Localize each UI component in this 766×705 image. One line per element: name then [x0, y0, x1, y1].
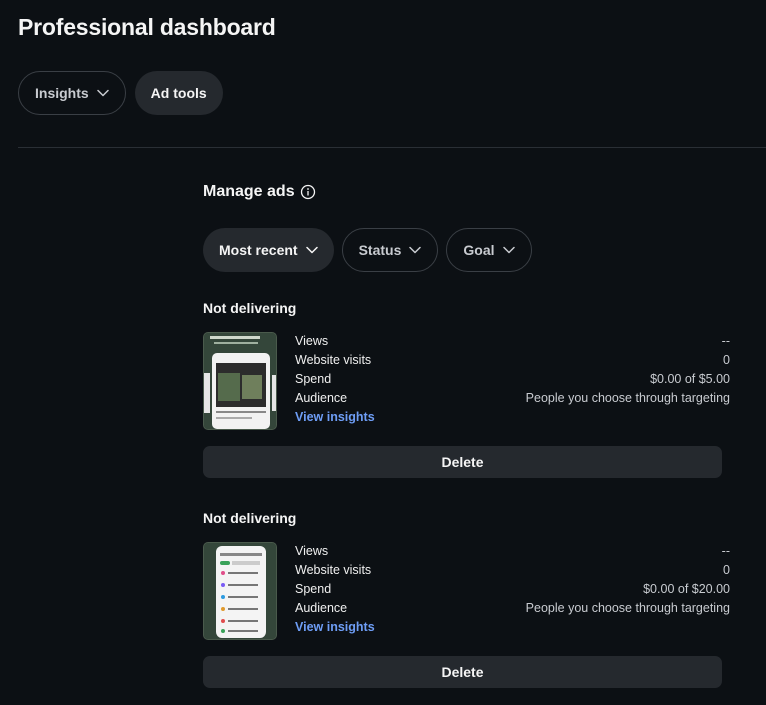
chevron-down-icon — [409, 246, 422, 254]
goal-filter-dropdown[interactable]: Goal — [446, 228, 532, 272]
stat-value: -- — [721, 334, 730, 348]
delete-ad-button[interactable]: Delete — [203, 446, 722, 478]
stat-value: 0 — [723, 563, 730, 577]
stat-value: -- — [721, 544, 730, 558]
info-icon[interactable] — [300, 184, 316, 200]
ad-summary: Views -- Website visits 0 Spend $0.00 of… — [203, 542, 730, 640]
delete-ad-button[interactable]: Delete — [203, 656, 722, 688]
ad-stats: Views -- Website visits 0 Spend $0.00 of… — [295, 332, 730, 427]
tab-insights[interactable]: Insights — [18, 71, 126, 115]
stat-label: Website visits — [295, 353, 372, 367]
stat-value: $0.00 of $20.00 — [643, 582, 730, 596]
dashboard-tabs: Insights Ad tools — [18, 71, 223, 115]
page-title: Professional dashboard — [18, 14, 276, 40]
stat-row: Spend $0.00 of $20.00 — [295, 580, 730, 599]
stat-value: People you choose through targeting — [525, 391, 730, 405]
stat-label: Website visits — [295, 563, 372, 577]
tab-ad-tools[interactable]: Ad tools — [134, 71, 223, 115]
stat-row: Website visits 0 — [295, 351, 730, 370]
stat-label: Audience — [295, 601, 348, 615]
filter-label: Goal — [463, 242, 495, 258]
filter-label: Status — [358, 242, 402, 258]
view-insights-link[interactable]: View insights — [295, 618, 730, 637]
stat-value: 0 — [723, 353, 730, 367]
stat-row: Views -- — [295, 332, 730, 351]
tab-ad-tools-label: Ad tools — [150, 85, 207, 101]
stat-row: Views -- — [295, 542, 730, 561]
stat-row: Audience People you choose through targe… — [295, 389, 730, 408]
status-filter-dropdown[interactable]: Status — [341, 228, 439, 272]
ad-status: Not delivering — [203, 510, 297, 526]
sort-most-recent-dropdown[interactable]: Most recent — [203, 228, 334, 272]
stat-row: Audience People you choose through targe… — [295, 599, 730, 618]
stat-label: Spend — [295, 582, 332, 596]
view-insights-link[interactable]: View insights — [295, 408, 730, 427]
ad-card: Not delivering Views -- Website visits 0… — [203, 300, 730, 478]
stat-value: $0.00 of $5.00 — [650, 372, 730, 386]
stat-label: Views — [295, 334, 329, 348]
stat-label: Spend — [295, 372, 332, 386]
stat-value: People you choose through targeting — [525, 601, 730, 615]
ad-stats: Views -- Website visits 0 Spend $0.00 of… — [295, 542, 730, 637]
chevron-down-icon — [96, 89, 109, 97]
stat-label: Audience — [295, 391, 348, 405]
ad-thumbnail[interactable] — [203, 542, 277, 640]
ad-card: Not delivering Views -- Website visits 0… — [203, 510, 730, 688]
tab-insights-label: Insights — [35, 85, 89, 101]
ad-summary: Views -- Website visits 0 Spend $0.00 of… — [203, 332, 730, 430]
filter-label: Most recent — [219, 242, 298, 258]
ad-thumbnail[interactable] — [203, 332, 277, 430]
chevron-down-icon — [305, 246, 318, 254]
manage-ads-heading: Manage ads — [203, 183, 316, 201]
chevron-down-icon — [502, 246, 515, 254]
professional-dashboard: Professional dashboard Insights Ad tools… — [0, 0, 766, 705]
ad-status: Not delivering — [203, 300, 297, 316]
ad-filters: Most recent Status Goal — [203, 228, 532, 272]
stat-row: Spend $0.00 of $5.00 — [295, 370, 730, 389]
stat-label: Views — [295, 544, 329, 558]
manage-ads-title: Manage ads — [203, 183, 295, 200]
divider — [18, 147, 766, 148]
stat-row: Website visits 0 — [295, 561, 730, 580]
